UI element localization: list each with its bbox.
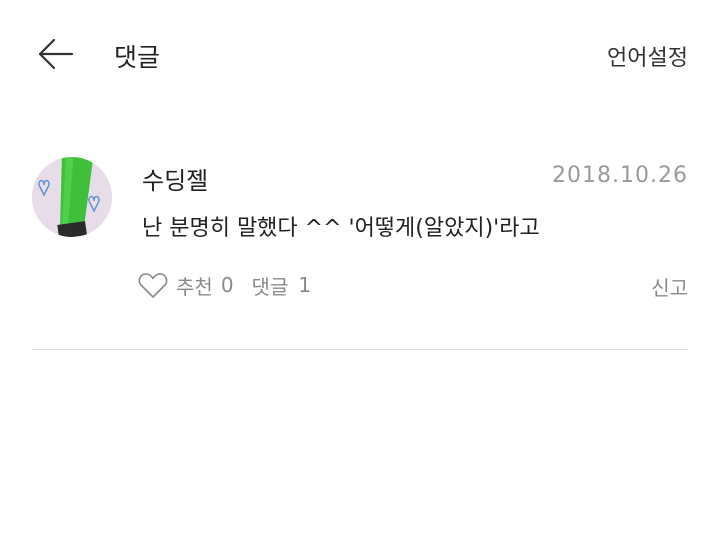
avatar-image: [32, 157, 112, 237]
reply-count: 1: [298, 273, 312, 297]
comment-username[interactable]: 수딩젤: [142, 161, 208, 196]
heart-outline-icon: [138, 273, 168, 298]
page-title: 댓글: [114, 43, 161, 72]
like-count: 0: [220, 273, 234, 297]
report-button[interactable]: 신고: [651, 272, 688, 301]
back-button[interactable]: [36, 36, 76, 72]
comment-text: 난 분명히 말했다 ^^ '어떻게(알았지)'라고: [142, 216, 540, 241]
comment-actions: 추천 0 댓글 1: [138, 268, 311, 302]
header-bar: 댓글 언어설정: [0, 0, 720, 110]
like-button[interactable]: 추천 0: [138, 271, 234, 300]
reply-button[interactable]: 댓글 1: [252, 271, 312, 300]
language-settings-button[interactable]: 언어설정: [607, 40, 688, 72]
avatar[interactable]: [32, 157, 112, 237]
comment-date: 2018.10.26: [552, 163, 688, 188]
like-label: 추천: [176, 274, 213, 299]
arrow-left-icon: [38, 38, 74, 70]
divider: [32, 349, 688, 350]
reply-label: 댓글: [251, 274, 289, 299]
comment-item: 수딩젤 2018.10.26 난 분명히 말했다 ^^ '어떻게(알았지)'라고…: [0, 150, 720, 350]
